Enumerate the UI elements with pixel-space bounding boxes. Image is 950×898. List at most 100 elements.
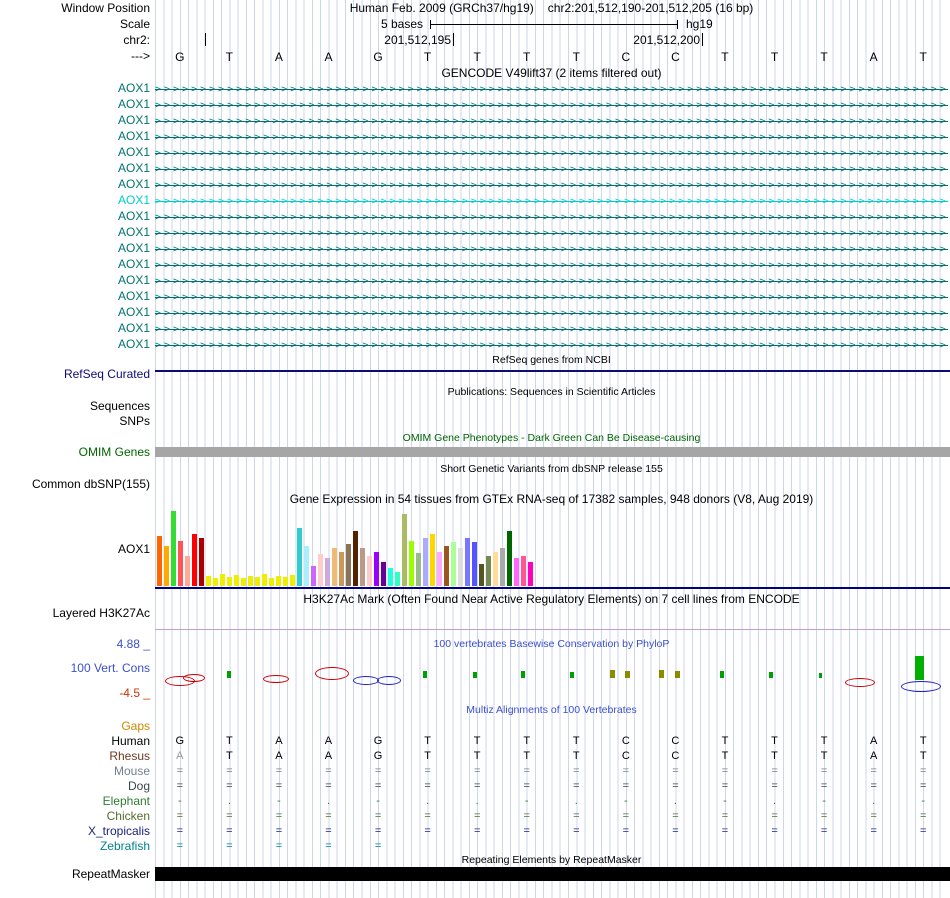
gencode-transcript-label[interactable]: AOX1 bbox=[0, 321, 150, 336]
phylop-track-label[interactable]: 100 Vert. Cons bbox=[0, 662, 150, 675]
gtex-tissue-bar[interactable] bbox=[311, 566, 316, 586]
gtex-tissue-bar[interactable] bbox=[339, 552, 344, 586]
gencode-transcript-item[interactable]: >>>>>>>>>>>>>>>>>>>>>>>>>>>>>>>>>>>>>>>>… bbox=[155, 321, 948, 337]
refseq-track-title[interactable]: RefSeq genes from NCBI bbox=[155, 354, 948, 367]
gencode-transcript-item[interactable]: >>>>>>>>>>>>>>>>>>>>>>>>>>>>>>>>>>>>>>>>… bbox=[155, 129, 948, 145]
gencode-transcript-label[interactable]: AOX1 bbox=[0, 273, 150, 288]
gencode-transcript-label[interactable]: AOX1 bbox=[0, 129, 150, 144]
gtex-tissue-bar[interactable] bbox=[402, 514, 407, 586]
gtex-tissue-bar[interactable] bbox=[514, 558, 519, 586]
gtex-tissue-bar[interactable] bbox=[507, 531, 512, 586]
gencode-transcript-label[interactable]: AOX1 bbox=[0, 305, 150, 320]
omim-genes-label[interactable]: OMIM Genes bbox=[0, 446, 150, 459]
gtex-tissue-bar[interactable] bbox=[283, 577, 288, 586]
gtex-tissue-bar[interactable] bbox=[262, 574, 267, 586]
gtex-tissue-bar[interactable] bbox=[423, 538, 428, 586]
gencode-transcript-item[interactable]: >>>>>>>>>>>>>>>>>>>>>>>>>>>>>>>>>>>>>>>>… bbox=[155, 209, 948, 225]
gencode-transcript-item[interactable]: >>>>>>>>>>>>>>>>>>>>>>>>>>>>>>>>>>>>>>>>… bbox=[155, 305, 948, 321]
gtex-tissue-bar[interactable] bbox=[213, 578, 218, 586]
publications-track-title[interactable]: Publications: Sequences in Scientific Ar… bbox=[155, 386, 948, 399]
gtex-tissue-bar[interactable] bbox=[374, 552, 379, 586]
gencode-transcript-label[interactable]: AOX1 bbox=[0, 145, 150, 160]
gencode-transcript-label[interactable]: AOX1 bbox=[0, 225, 150, 240]
gencode-transcript-item[interactable]: >>>>>>>>>>>>>>>>>>>>>>>>>>>>>>>>>>>>>>>>… bbox=[155, 337, 948, 353]
gencode-track-title[interactable]: GENCODE V49lift37 (2 items filtered out) bbox=[155, 67, 948, 80]
gtex-tissue-bar[interactable] bbox=[248, 576, 253, 586]
multiz-species-label[interactable]: X_tropicalis bbox=[0, 824, 150, 838]
gtex-tissue-bar[interactable] bbox=[360, 548, 365, 586]
gencode-transcript-label[interactable]: AOX1 bbox=[0, 257, 150, 272]
omim-track-title[interactable]: OMIM Gene Phenotypes - Dark Green Can Be… bbox=[155, 432, 948, 445]
gencode-transcript-item[interactable]: >>>>>>>>>>>>>>>>>>>>>>>>>>>>>>>>>>>>>>>>… bbox=[155, 273, 948, 289]
gencode-transcript-item[interactable]: >>>>>>>>>>>>>>>>>>>>>>>>>>>>>>>>>>>>>>>>… bbox=[155, 241, 948, 257]
gencode-transcript-item[interactable]: >>>>>>>>>>>>>>>>>>>>>>>>>>>>>>>>>>>>>>>>… bbox=[155, 177, 948, 193]
gtex-tissue-bar[interactable] bbox=[185, 556, 190, 586]
gencode-transcript-label[interactable]: AOX1 bbox=[0, 113, 150, 128]
gtex-tissue-bar[interactable] bbox=[416, 553, 421, 586]
gtex-tissue-bar[interactable] bbox=[409, 541, 414, 586]
gencode-transcript-item[interactable]: >>>>>>>>>>>>>>>>>>>>>>>>>>>>>>>>>>>>>>>>… bbox=[155, 145, 948, 161]
gtex-tissue-bar[interactable] bbox=[472, 542, 477, 586]
gtex-tissue-bar[interactable] bbox=[297, 528, 302, 586]
gtex-gene-label[interactable]: AOX1 bbox=[0, 543, 150, 556]
gtex-tissue-bar[interactable] bbox=[444, 546, 449, 586]
gtex-tissue-bar[interactable] bbox=[206, 576, 211, 586]
gencode-transcript-item[interactable]: >>>>>>>>>>>>>>>>>>>>>>>>>>>>>>>>>>>>>>>>… bbox=[155, 225, 948, 241]
gtex-tissue-bar[interactable] bbox=[465, 538, 470, 586]
gtex-tissue-bar[interactable] bbox=[171, 511, 176, 586]
gtex-tissue-bar[interactable] bbox=[227, 577, 232, 586]
gtex-tissue-bar[interactable] bbox=[192, 534, 197, 586]
gtex-tissue-bar[interactable] bbox=[493, 552, 498, 586]
gencode-transcript-label[interactable]: AOX1 bbox=[0, 161, 150, 176]
gencode-transcript-item[interactable]: >>>>>>>>>>>>>>>>>>>>>>>>>>>>>>>>>>>>>>>>… bbox=[155, 289, 948, 305]
gtex-tissue-bar[interactable] bbox=[241, 578, 246, 586]
gtex-tissue-bar[interactable] bbox=[346, 544, 351, 586]
gtex-tissue-bar[interactable] bbox=[458, 548, 463, 586]
gencode-transcript-item[interactable]: >>>>>>>>>>>>>>>>>>>>>>>>>>>>>>>>>>>>>>>>… bbox=[155, 97, 948, 113]
gtex-tissue-bar[interactable] bbox=[388, 568, 393, 586]
gtex-tissue-bar[interactable] bbox=[486, 556, 491, 586]
gencode-transcript-label[interactable]: AOX1 bbox=[0, 241, 150, 256]
gencode-transcript-label[interactable]: AOX1 bbox=[0, 209, 150, 224]
gtex-tissue-bar[interactable] bbox=[430, 534, 435, 586]
gtex-tissue-bar[interactable] bbox=[381, 562, 386, 586]
gtex-tissue-bar[interactable] bbox=[178, 541, 183, 586]
gtex-tissue-bar[interactable] bbox=[353, 531, 358, 586]
publications-snps-label[interactable]: SNPs bbox=[0, 415, 150, 428]
dbsnp-track-title[interactable]: Short Genetic Variants from dbSNP releas… bbox=[155, 463, 948, 476]
gtex-tissue-bar[interactable] bbox=[255, 577, 260, 586]
gtex-tissue-bar[interactable] bbox=[318, 554, 323, 586]
gtex-tissue-bar[interactable] bbox=[479, 564, 484, 586]
gencode-transcript-label[interactable]: AOX1 bbox=[0, 97, 150, 112]
multiz-species-label[interactable]: Chicken bbox=[0, 809, 150, 823]
multiz-species-label[interactable]: Mouse bbox=[0, 764, 150, 778]
repeatmasker-track-title[interactable]: Repeating Elements by RepeatMasker bbox=[155, 854, 948, 867]
gtex-tissue-bar[interactable] bbox=[269, 578, 274, 586]
h3k27ac-label[interactable]: Layered H3K27Ac bbox=[0, 607, 150, 620]
gtex-tissue-bar[interactable] bbox=[220, 574, 225, 586]
gtex-tissue-bar[interactable] bbox=[521, 556, 526, 586]
gencode-transcript-label[interactable]: AOX1 bbox=[0, 177, 150, 192]
gtex-track-title[interactable]: Gene Expression in 54 tissues from GTEx … bbox=[155, 493, 948, 506]
gencode-transcript-item[interactable]: >>>>>>>>>>>>>>>>>>>>>>>>>>>>>>>>>>>>>>>>… bbox=[155, 161, 948, 177]
repeatmasker-item[interactable] bbox=[155, 867, 950, 881]
refseq-curated-label[interactable]: RefSeq Curated bbox=[0, 368, 150, 381]
gencode-transcript-label[interactable]: AOX1 bbox=[0, 81, 150, 96]
multiz-track-title[interactable]: Multiz Alignments of 100 Vertebrates bbox=[155, 704, 948, 717]
gencode-transcript-item[interactable]: >>>>>>>>>>>>>>>>>>>>>>>>>>>>>>>>>>>>>>>>… bbox=[155, 193, 948, 209]
repeatmasker-label[interactable]: RepeatMasker bbox=[0, 868, 150, 881]
gtex-tissue-bar[interactable] bbox=[395, 572, 400, 586]
multiz-species-label[interactable]: Human bbox=[0, 734, 150, 748]
gtex-tissue-bar[interactable] bbox=[437, 552, 442, 586]
gtex-tissue-bar[interactable] bbox=[451, 542, 456, 586]
multiz-species-label[interactable]: Dog bbox=[0, 779, 150, 793]
publications-sequences-label[interactable]: Sequences bbox=[0, 400, 150, 413]
omim-gene-item[interactable] bbox=[155, 447, 950, 457]
gtex-tissue-bar[interactable] bbox=[276, 576, 281, 586]
multiz-species-label[interactable]: Gaps bbox=[0, 719, 150, 733]
gtex-tissue-bar[interactable] bbox=[332, 548, 337, 586]
gencode-transcript-item[interactable]: >>>>>>>>>>>>>>>>>>>>>>>>>>>>>>>>>>>>>>>>… bbox=[155, 81, 948, 97]
gtex-tissue-bar[interactable] bbox=[290, 575, 295, 586]
gencode-transcript-label[interactable]: AOX1 bbox=[0, 289, 150, 304]
refseq-curated-item[interactable] bbox=[155, 370, 950, 372]
